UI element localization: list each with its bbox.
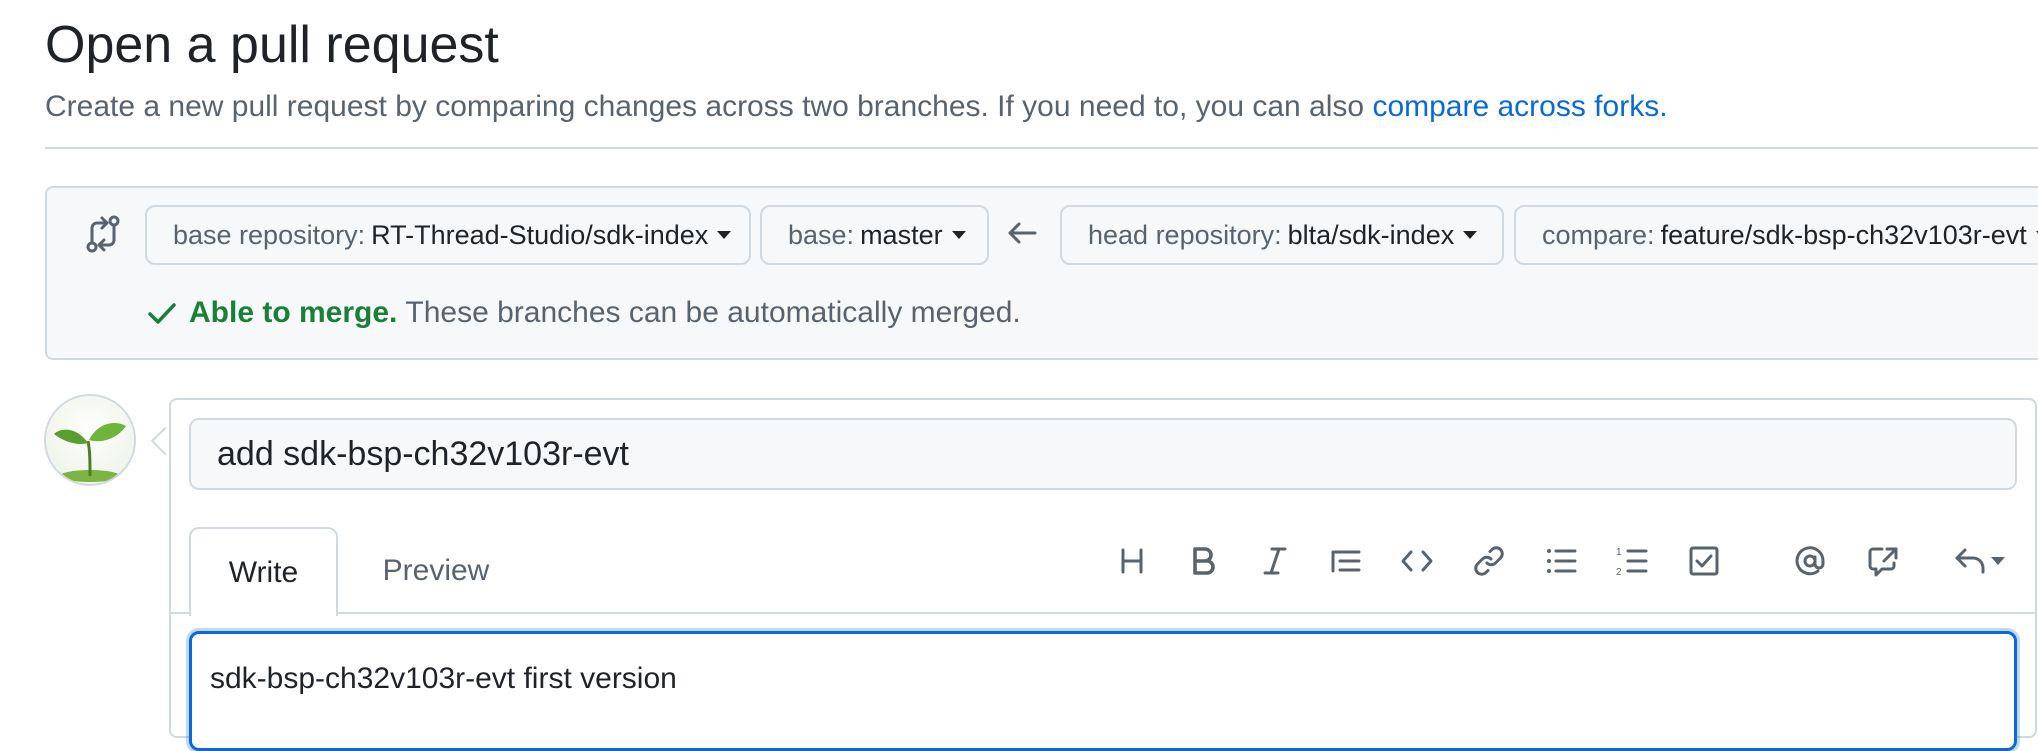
head-repository-value: blta/sdk-index <box>1287 219 1455 250</box>
base-branch-value: master <box>860 219 943 250</box>
task-list-icon[interactable] <box>1681 538 1727 584</box>
base-repository-label: base repository: <box>173 219 366 250</box>
ordered-list-icon[interactable]: 12 <box>1609 538 1655 584</box>
mention-icon[interactable] <box>1787 538 1833 584</box>
arrow-left-icon <box>1008 222 1037 244</box>
branch-compare-box: base repository: RT-Thread-Studio/sdk-in… <box>45 186 2038 360</box>
page-subhead: Create a new pull request by comparing c… <box>45 90 1668 124</box>
avatar[interactable] <box>44 394 136 486</box>
head-repository-select[interactable]: head repository: blta/sdk-index <box>1060 205 1504 265</box>
pr-title-input[interactable] <box>189 418 2017 490</box>
merge-status-title: Able to merge. <box>189 296 398 329</box>
subhead-text: Create a new pull request by comparing c… <box>45 90 1373 123</box>
base-repository-value: RT-Thread-Studio/sdk-index <box>371 219 709 250</box>
markdown-toolbar: 12 <box>0 538 2038 588</box>
svg-text:2: 2 <box>1616 567 1622 578</box>
chevron-down-icon <box>1463 231 1478 239</box>
compare-branch-label: compare: <box>1542 219 1655 250</box>
header-divider <box>45 147 2038 149</box>
unordered-list-icon[interactable] <box>1538 538 1584 584</box>
svg-text:1: 1 <box>1616 547 1622 558</box>
quote-icon[interactable] <box>1323 538 1369 584</box>
head-repository-label: head repository: <box>1088 219 1282 250</box>
code-icon[interactable] <box>1394 538 1440 584</box>
base-branch-select[interactable]: base: master <box>760 205 989 265</box>
merge-status: Able to merge. These branches can be aut… <box>147 296 1021 330</box>
compare-branch-value: feature/sdk-bsp-ch32v103r-evt <box>1660 219 2027 250</box>
reply-icon[interactable] <box>1944 538 2014 584</box>
page-title: Open a pull request <box>45 16 499 74</box>
link-icon[interactable] <box>1466 538 1512 584</box>
chevron-down-icon <box>717 231 732 239</box>
italic-icon[interactable] <box>1252 538 1298 584</box>
chevron-down-icon <box>951 231 966 239</box>
pr-body-textarea[interactable]: sdk-bsp-ch32v103r-evt first version <box>189 631 2017 751</box>
base-repository-select[interactable]: base repository: RT-Thread-Studio/sdk-in… <box>145 205 751 265</box>
heading-icon[interactable] <box>1109 538 1155 584</box>
bold-icon[interactable] <box>1180 538 1226 584</box>
cross-reference-icon[interactable] <box>1860 538 1906 584</box>
git-compare-icon <box>86 215 120 253</box>
chevron-down-icon <box>1991 557 2005 565</box>
merge-status-text: These branches can be automatically merg… <box>405 296 1021 329</box>
check-icon <box>148 303 176 324</box>
base-branch-label: base: <box>788 219 855 250</box>
compare-branch-select[interactable]: compare: feature/sdk-bsp-ch32v103r-evt <box>1514 205 2038 265</box>
sprout-icon <box>46 396 134 484</box>
compare-across-forks-link[interactable]: compare across forks. <box>1372 90 1667 123</box>
